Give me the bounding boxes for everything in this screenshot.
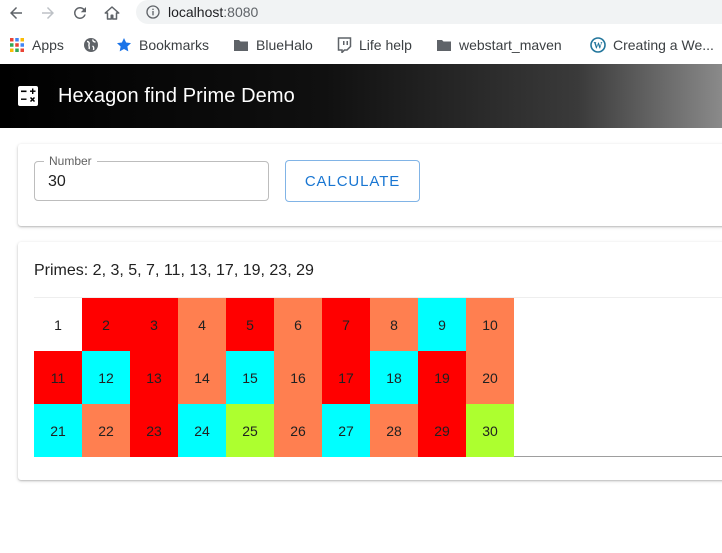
grid-cell: 28: [370, 404, 418, 457]
grid-cell: 30: [466, 404, 514, 457]
grid-cell: 25: [226, 404, 274, 457]
grid-cell: 10: [466, 298, 514, 351]
browser-toolbar: localhost:8080: [0, 0, 722, 26]
grid-cell: 17: [322, 351, 370, 404]
grid-cell: 18: [370, 351, 418, 404]
grid-cell: 3: [130, 298, 178, 351]
app-title: Hexagon find Prime Demo: [58, 85, 295, 107]
grid-cell: 5: [226, 298, 274, 351]
grid-cell: 7: [322, 298, 370, 351]
grid-cell: 8: [370, 298, 418, 351]
grid-cell: 11: [34, 351, 82, 404]
twitch-icon: [336, 37, 352, 53]
url-text: localhost:8080: [168, 3, 258, 21]
calculator-icon: [18, 86, 38, 106]
bookmark-label: BlueHalo: [256, 37, 313, 53]
bookmarks-bar: Apps Bookmarks BlueHalo Life help websta…: [0, 30, 722, 60]
arrow-left-icon: [10, 7, 22, 19]
grid-cell: 1: [34, 298, 82, 351]
info-icon[interactable]: [145, 4, 161, 20]
bookmark-label: Bookmarks: [139, 37, 210, 53]
bookmark-label: Life help: [359, 37, 412, 53]
bookmark-bookmarks[interactable]: Bookmarks: [116, 35, 209, 55]
bookmark-label: Apps: [32, 37, 64, 53]
number-field-label: Number: [44, 154, 97, 168]
bookmark-webstart-maven[interactable]: webstart_maven: [436, 35, 562, 55]
svg-text:W: W: [594, 41, 603, 51]
grid-cell: 27: [322, 404, 370, 457]
address-bar[interactable]: localhost:8080: [136, 0, 722, 24]
url-host: localhost: [168, 4, 224, 20]
calculate-button[interactable]: CALCULATE: [285, 160, 420, 202]
bookmark-label: webstart_maven: [459, 37, 562, 53]
grid-cell: 2: [82, 298, 130, 351]
input-card: Number 30 CALCULATE: [18, 144, 722, 226]
bookmark-creating[interactable]: W Creating a We...: [590, 35, 714, 55]
reload-icon: [73, 6, 86, 19]
grid-cell: 14: [178, 351, 226, 404]
home-icon: [104, 6, 120, 20]
grid-cell: 21: [34, 404, 82, 457]
folder-icon: [436, 37, 452, 53]
back-button[interactable]: [4, 2, 28, 24]
arrow-right-icon: [42, 7, 54, 19]
primes-list: Primes: 2, 3, 5, 7, 11, 13, 17, 19, 23, …: [34, 262, 314, 279]
app-bar: Hexagon find Prime Demo: [0, 64, 722, 128]
folder-icon: [233, 37, 249, 53]
bookmark-bluehalo[interactable]: BlueHalo: [233, 35, 313, 55]
number-input[interactable]: 30: [48, 172, 66, 192]
number-field[interactable]: Number 30: [34, 154, 269, 201]
grid-cell: 23: [130, 404, 178, 457]
grid-cell: 20: [466, 351, 514, 404]
grid-cell: 6: [274, 298, 322, 351]
grid-cell: 9: [418, 298, 466, 351]
results-card: Primes: 2, 3, 5, 7, 11, 13, 17, 19, 23, …: [18, 242, 722, 480]
grid-cell: 24: [178, 404, 226, 457]
home-button[interactable]: [100, 2, 124, 24]
globe-icon: [83, 37, 99, 53]
grid-cell: 29: [418, 404, 466, 457]
wordpress-icon: W: [590, 37, 606, 53]
grid-cell: 15: [226, 351, 274, 404]
bookmark-life-help[interactable]: Life help: [336, 35, 412, 55]
star-icon: [116, 37, 132, 53]
number-grid-container: 1 2 3 4 5 6 7 8 9 10 11 12 13 14 15 16 17 18 19 20 21 22 23 24 2…: [34, 297, 722, 457]
grid-cell: 26: [274, 404, 322, 457]
grid-cell: 12: [82, 351, 130, 404]
reload-button[interactable]: [68, 2, 92, 24]
apps-grid-icon: [9, 37, 25, 53]
bookmark-globe[interactable]: [83, 35, 106, 55]
forward-button[interactable]: [36, 2, 60, 24]
url-port: :8080: [223, 4, 259, 20]
grid-cell: 19: [418, 351, 466, 404]
bookmark-label: Creating a We...: [613, 37, 714, 53]
number-grid: 1 2 3 4 5 6 7 8 9 10 11 12 13 14 15 16 17 18 19 20 21 22 23 24 2…: [34, 298, 514, 457]
grid-cell: 16: [274, 351, 322, 404]
grid-cell: 13: [130, 351, 178, 404]
grid-cell: 22: [82, 404, 130, 457]
bookmark-apps[interactable]: Apps: [9, 35, 64, 55]
grid-cell: 4: [178, 298, 226, 351]
